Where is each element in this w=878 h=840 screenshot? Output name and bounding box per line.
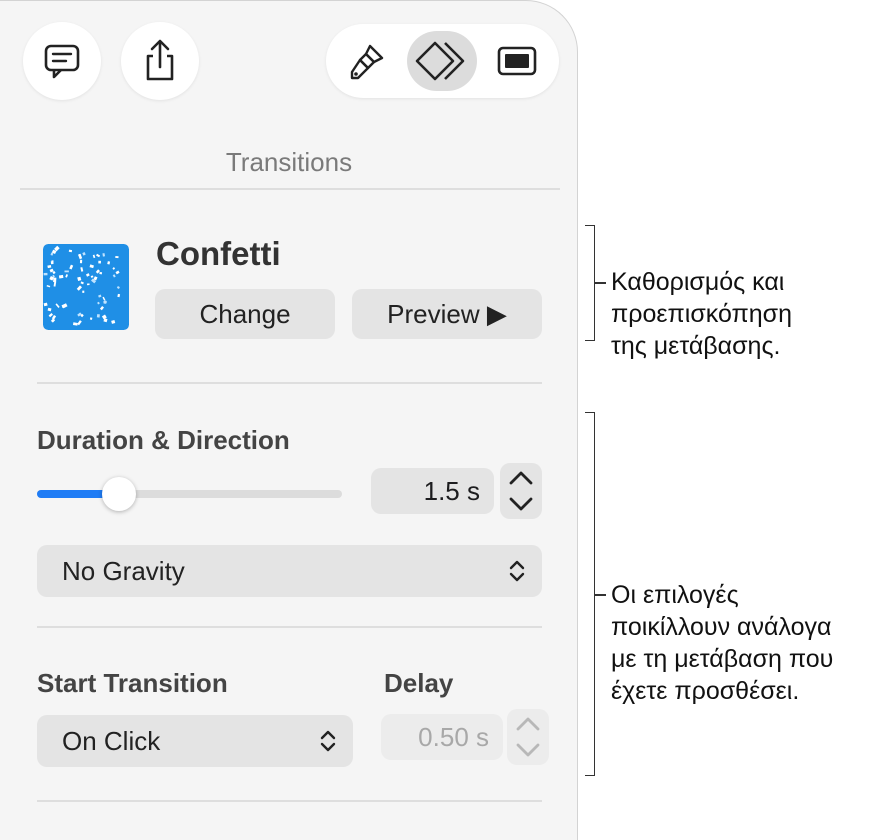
confetti-piece: [115, 255, 119, 259]
confetti-piece: [58, 274, 64, 279]
stepper-arrows-icon: [509, 471, 533, 511]
confetti-piece: [99, 271, 103, 275]
preview-button[interactable]: Preview ▶: [352, 289, 542, 339]
confetti-piece: [98, 260, 101, 264]
start-transition-label: Start Transition: [37, 668, 228, 698]
callout-bottom-line: Οι επιλογές: [611, 581, 739, 609]
section-divider: [37, 800, 542, 802]
delay-stepper: [507, 709, 549, 765]
duration-slider-knob[interactable]: [102, 477, 137, 511]
direction-popup[interactable]: No Gravity: [37, 545, 542, 597]
confetti-piece: [53, 277, 57, 283]
callout-top-line: της μετάβασης.: [611, 332, 781, 360]
animate-diamond-icon: [415, 41, 465, 81]
delay-label: Delay: [384, 668, 454, 698]
format-tab-button[interactable]: [332, 31, 402, 91]
callout-top-line: προεπισκόπηση: [611, 300, 792, 328]
comment-bubble-icon: [44, 44, 80, 79]
confetti-piece: [86, 283, 90, 286]
confetti-piece: [82, 290, 85, 293]
confetti-piece: [50, 261, 54, 265]
paintbrush-icon: [350, 44, 384, 80]
inspector-mode-switcher: [326, 24, 559, 98]
callout-bottom: Οι επιλογές ποικίλλουν ανάλογα με τη μετ…: [611, 579, 833, 707]
inspector-title: Transitions: [225, 147, 353, 177]
confetti-piece: [103, 300, 107, 304]
comment-button[interactable]: [23, 22, 101, 100]
callout-tick-top: [594, 282, 606, 284]
callout-bottom-line: με τη μετάβαση που: [611, 645, 834, 673]
confetti-piece: [64, 270, 69, 273]
confetti-piece: [79, 259, 83, 264]
confetti-thumbnail: [43, 244, 129, 330]
chevron-updown-icon: [509, 560, 525, 582]
callout-bottom-line: έχετε προσθέσει.: [611, 677, 800, 705]
share-icon: [146, 39, 174, 81]
duration-slider[interactable]: [37, 477, 342, 511]
callout-tick-bottom: [594, 594, 606, 596]
chevron-updown-icon: [320, 730, 336, 752]
confetti-piece: [43, 272, 48, 276]
stepper-arrows-icon: [516, 717, 540, 757]
confetti-piece: [89, 317, 93, 320]
start-transition-value: On Click: [62, 725, 161, 756]
animate-tab-button[interactable]: [407, 31, 477, 91]
section-divider: [37, 626, 542, 628]
duration-label: Duration & Direction: [37, 425, 290, 455]
inspector-panel: Transitions Confetti Change Preview ▶ Du…: [0, 0, 578, 840]
duration-field[interactable]: 1.5 s: [371, 468, 494, 514]
start-transition-popup[interactable]: On Click: [37, 715, 353, 767]
delay-field: 0.50 s: [381, 714, 503, 760]
change-button[interactable]: Change: [155, 289, 335, 339]
confetti-piece: [68, 249, 73, 253]
callout-top-line: Καθορισμός και: [611, 268, 785, 296]
share-button[interactable]: [121, 22, 199, 100]
direction-value: No Gravity: [62, 555, 185, 586]
document-tab-button[interactable]: [482, 31, 552, 91]
section-divider: [37, 382, 542, 384]
transition-name: Confetti: [156, 235, 281, 272]
duration-stepper[interactable]: [500, 463, 542, 519]
title-divider: [20, 188, 560, 190]
callout-bottom-line: ποικίλλουν ανάλογα: [611, 613, 832, 641]
confetti-piece: [96, 314, 100, 318]
callout-top: Καθορισμός και προεπισκόπηση της μετάβασ…: [611, 266, 792, 362]
document-icon: [497, 46, 537, 76]
